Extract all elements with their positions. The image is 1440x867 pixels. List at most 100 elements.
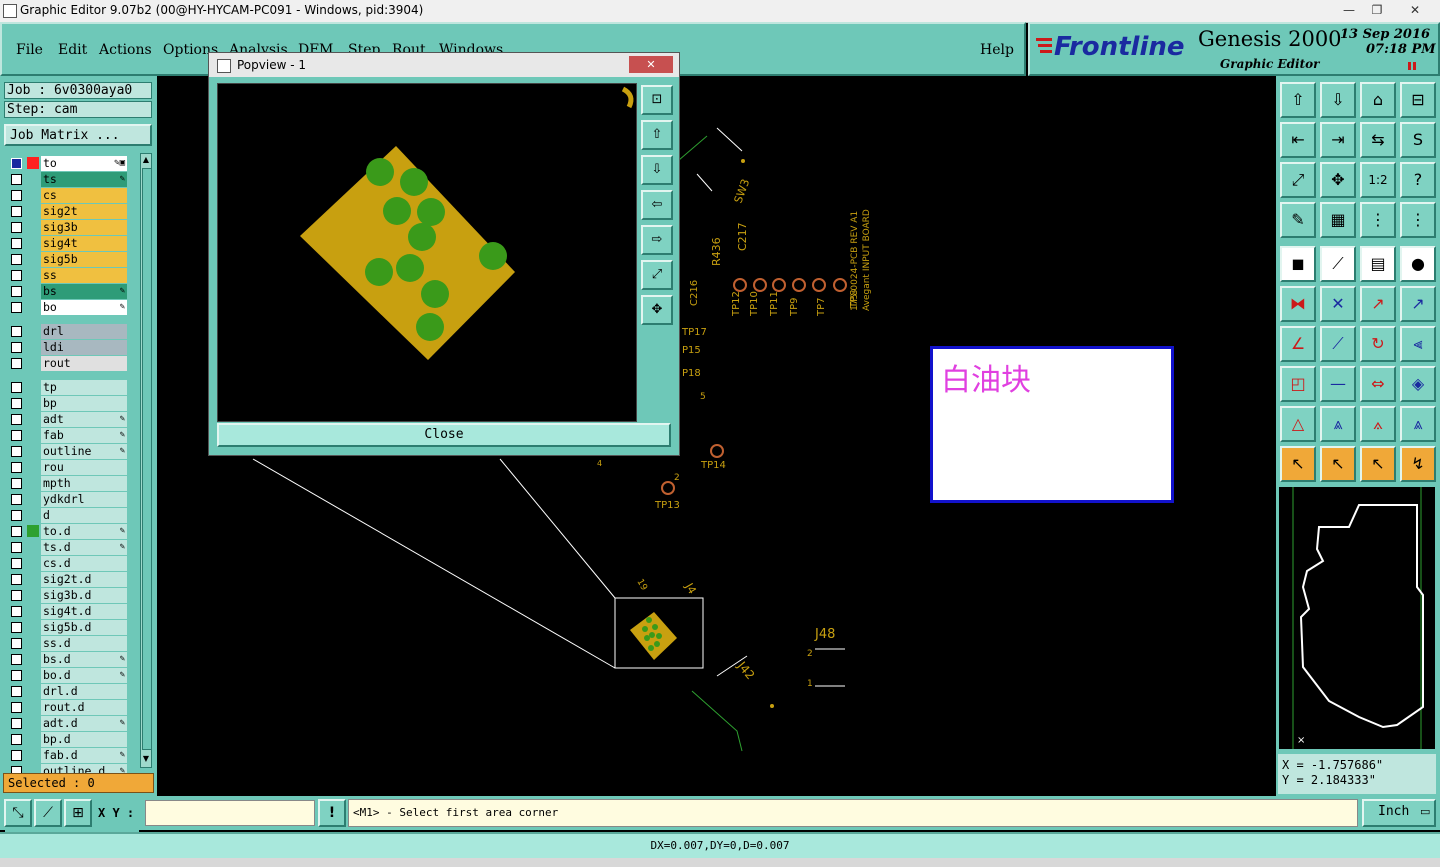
dot-icon[interactable]: ●	[1400, 246, 1436, 282]
layer-row-tp[interactable]: tp	[5, 380, 139, 395]
pop-zoom-fit-icon[interactable]: ⊡	[641, 85, 673, 115]
layer-row-adt[interactable]: adt ✎	[5, 412, 139, 427]
xy-input[interactable]	[145, 800, 315, 826]
layer-row-ydkdrl[interactable]: ydkdrl	[5, 492, 139, 507]
layer-checkbox[interactable]	[11, 622, 22, 633]
layer-checkbox[interactable]	[11, 526, 22, 537]
layer-row-bp[interactable]: bp	[5, 396, 139, 411]
layer-checkbox[interactable]	[11, 286, 22, 297]
alert-icon[interactable]: !	[318, 799, 346, 827]
layer-name[interactable]: bs.d ✎	[41, 652, 127, 667]
layer-name[interactable]: sig5b	[41, 252, 127, 267]
select-circle-icon[interactable]: ↖	[1360, 446, 1396, 482]
layer-checkbox[interactable]	[11, 358, 22, 369]
layer-row-bs[interactable]: bs ✎	[5, 284, 139, 299]
layer-checkbox[interactable]	[11, 478, 22, 489]
home-down-icon[interactable]: ⇩	[1320, 82, 1356, 118]
layer-checkbox[interactable]	[11, 574, 22, 585]
swap-icon[interactable]: ⇆	[1360, 122, 1396, 158]
layer-row-ss-d[interactable]: ss.d	[5, 636, 139, 651]
layer-name[interactable]: sig2t.d	[41, 572, 127, 587]
layer-row-cs-d[interactable]: cs.d	[5, 556, 139, 571]
s-curve-icon[interactable]: S	[1400, 122, 1436, 158]
layer-checkbox[interactable]	[11, 342, 22, 353]
layer-checkbox[interactable]	[11, 302, 22, 313]
rotate-icon[interactable]: ↻	[1360, 326, 1396, 362]
layer-checkbox[interactable]	[11, 670, 22, 681]
triangle-icon[interactable]: △	[1280, 406, 1316, 442]
layer-name[interactable]: ldi	[41, 340, 127, 355]
layer-checkbox[interactable]	[11, 446, 22, 457]
layer-checkbox[interactable]	[11, 430, 22, 441]
menu-actions[interactable]: Actions	[99, 42, 152, 58]
layer-color-swatch[interactable]	[27, 525, 39, 537]
layer-checkbox[interactable]	[11, 750, 22, 761]
layer-name[interactable]: adt ✎	[41, 412, 127, 427]
layer-row-rou[interactable]: rou	[5, 460, 139, 475]
layer-name[interactable]: bs ✎	[41, 284, 127, 299]
layer-checkbox[interactable]	[11, 494, 22, 505]
popview-close-button[interactable]: Close	[217, 423, 671, 447]
menu-edit[interactable]: Edit	[58, 42, 87, 58]
square-point-icon[interactable]: ◰	[1280, 366, 1316, 402]
layer-name[interactable]: fab ✎	[41, 428, 127, 443]
layer-row-bo-d[interactable]: bo.d ✎	[5, 668, 139, 683]
layer-row-sig5b[interactable]: sig5b	[5, 252, 139, 267]
traffic-light-red-icon[interactable]: ⋮	[1400, 202, 1436, 238]
house-icon[interactable]: ⌂	[1360, 82, 1396, 118]
layer-row-bs-d[interactable]: bs.d ✎	[5, 652, 139, 667]
layer-scrollbar[interactable]: ▲ ▼	[140, 153, 152, 768]
cross-icon[interactable]: ✕	[1320, 286, 1356, 322]
layer-name[interactable]: cs.d	[41, 556, 127, 571]
pop-zoom-out-icon[interactable]: ✥	[641, 295, 673, 325]
layer-row-drl-d[interactable]: drl.d	[5, 684, 139, 699]
arrow-point-icon[interactable]: ↗	[1360, 286, 1396, 322]
layer-name[interactable]: tp	[41, 380, 127, 395]
layer-name[interactable]: ydkdrl	[41, 492, 127, 507]
line-draw-icon[interactable]: ⟋	[1320, 246, 1356, 282]
layer-name[interactable]: outline ✎	[41, 444, 127, 459]
pop-pan-left-icon[interactable]: ⇦	[641, 190, 673, 220]
layer-name[interactable]: ss.d	[41, 636, 127, 651]
units-selector[interactable]: Inch ▭	[1362, 799, 1436, 827]
menu-help[interactable]: Help	[980, 42, 1014, 58]
angle-icon[interactable]: ∠	[1280, 326, 1316, 362]
layer-row-outline[interactable]: outline ✎	[5, 444, 139, 459]
layer-color-swatch[interactable]	[27, 157, 39, 169]
layer-row-ss[interactable]: ss	[5, 268, 139, 283]
layer-name[interactable]: to.d ✎	[41, 524, 127, 539]
zoom-center-icon[interactable]: ✥	[1320, 162, 1356, 198]
traffic-light-icon[interactable]: ⋮	[1360, 202, 1396, 238]
layer-name[interactable]: to ✎▣	[41, 156, 127, 171]
overview-panel[interactable]: ×	[1278, 486, 1436, 750]
arrow-point-alt-icon[interactable]: ↗	[1400, 286, 1436, 322]
connect-icon[interactable]: ⧓	[1280, 286, 1316, 322]
layer-row-cs[interactable]: cs	[5, 188, 139, 203]
layer-checkbox[interactable]	[11, 254, 22, 265]
layer-checkbox[interactable]	[11, 270, 22, 281]
layer-checkbox[interactable]	[11, 558, 22, 569]
layer-name[interactable]: d	[41, 508, 127, 523]
layer-name[interactable]: rout	[41, 356, 127, 371]
home-up-icon[interactable]: ⇧	[1280, 82, 1316, 118]
layer-checkbox[interactable]	[11, 654, 22, 665]
layer-checkbox[interactable]	[11, 158, 22, 169]
layer-row-rout-d[interactable]: rout.d	[5, 700, 139, 715]
layer-row-sig5b-d[interactable]: sig5b.d	[5, 620, 139, 635]
layer-checkbox[interactable]	[11, 190, 22, 201]
layer-checkbox[interactable]	[11, 686, 22, 697]
layer-checkbox[interactable]	[11, 542, 22, 553]
layer-checkbox[interactable]	[11, 590, 22, 601]
minus-icon[interactable]: —	[1320, 366, 1356, 402]
scale-1-2-icon[interactable]: 1:2	[1360, 162, 1396, 198]
layer-name[interactable]: ts ✎	[41, 172, 127, 187]
layer-checkbox[interactable]	[11, 718, 22, 729]
layer-checkbox[interactable]	[11, 238, 22, 249]
layer-name[interactable]: adt.d ✎	[41, 716, 127, 731]
measure-tool-icon[interactable]: ✎	[1280, 202, 1316, 238]
pad-tool-icon[interactable]: ◼	[1280, 246, 1316, 282]
close-window-button[interactable]: ✕	[1400, 1, 1430, 19]
layer-checkbox[interactable]	[11, 398, 22, 409]
layer-name[interactable]: sig4t	[41, 236, 127, 251]
pop-pan-right-icon[interactable]: ⇨	[641, 225, 673, 255]
